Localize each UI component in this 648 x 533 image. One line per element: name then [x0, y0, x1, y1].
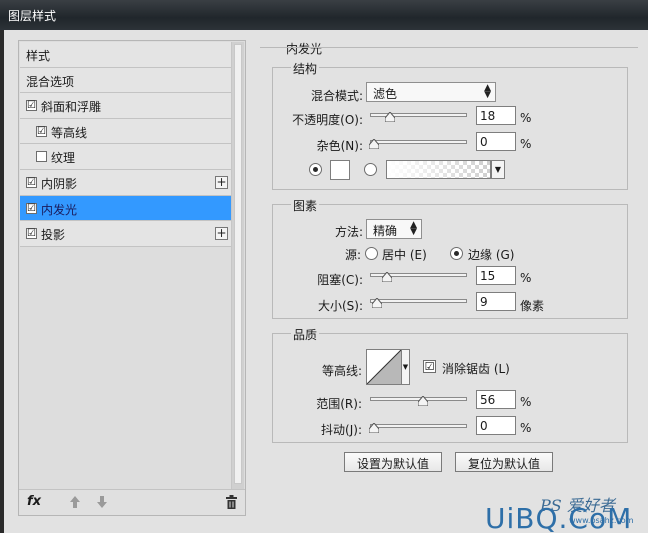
- size-unit: 像素: [520, 299, 545, 313]
- sidebar-item[interactable]: ☑ 内发光: [20, 195, 231, 222]
- sidebar-item-checkbox[interactable]: ☑: [26, 228, 37, 240]
- glow-color-swatch[interactable]: [330, 160, 350, 180]
- contour-preview[interactable]: [366, 349, 402, 385]
- opacity-unit: %: [520, 111, 532, 125]
- choke-slider-thumb[interactable]: [382, 272, 393, 282]
- range-input[interactable]: 56: [476, 390, 516, 409]
- size-slider-thumb[interactable]: [372, 298, 383, 308]
- opacity-label: 不透明度(O):: [292, 113, 363, 127]
- gradient-picker[interactable]: [386, 160, 491, 179]
- sidebar-item-label: 内发光: [41, 202, 78, 217]
- jitter-slider-thumb[interactable]: [369, 423, 379, 433]
- sidebar-item-label: 样式: [26, 49, 51, 63]
- structure-title: 结构: [291, 60, 320, 77]
- antialias-label: 消除锯齿 (L): [442, 362, 510, 376]
- range-unit: %: [520, 395, 532, 409]
- trash-icon[interactable]: [226, 495, 237, 509]
- jitter-slider[interactable]: [370, 424, 467, 428]
- styles-footer: fx: [19, 489, 245, 515]
- sidebar-item-checkbox[interactable]: ☑: [36, 125, 47, 137]
- sidebar-item[interactable]: 样式: [20, 42, 231, 68]
- chevron-down-icon: ▼: [494, 165, 502, 174]
- quality-title: 品质: [291, 326, 320, 343]
- size-label: 大小(S):: [317, 299, 363, 313]
- sidebar-item-label: 斜面和浮雕: [41, 100, 102, 115]
- source-center-radio[interactable]: [365, 247, 378, 260]
- fx-button[interactable]: fx: [27, 494, 41, 509]
- blend-mode-label: 混合模式:: [310, 89, 363, 103]
- sidebar-item-checkbox[interactable]: ☑: [26, 202, 37, 214]
- reset-default-button[interactable]: 复位为默认值: [455, 452, 553, 472]
- sidebar-item-label: 混合选项: [26, 74, 75, 89]
- sidebar-item-checkbox[interactable]: ☑: [26, 176, 37, 188]
- opacity-slider-thumb[interactable]: [384, 112, 395, 122]
- choke-input[interactable]: 15: [476, 266, 516, 285]
- styles-scrollbar[interactable]: [231, 42, 244, 490]
- set-default-button[interactable]: 设置为默认值: [344, 452, 442, 472]
- sidebar-item-checkbox[interactable]: ☑: [26, 100, 37, 112]
- sidebar-item-checkbox[interactable]: [36, 151, 47, 163]
- add-icon[interactable]: +: [215, 175, 228, 189]
- layer-style-dialog: 样式混合选项 ☑ 斜面和浮雕 ☑ 等高线纹理 ☑ 内阴影 + ☑ 内发光 ☑ 投影 + fx 内发光 结…: [4, 30, 648, 533]
- sidebar-item[interactable]: ☑ 内阴影 +: [20, 169, 231, 196]
- noise-unit: %: [520, 137, 532, 151]
- jitter-label: 抖动(J):: [321, 423, 362, 437]
- move-down-icon[interactable]: [96, 495, 108, 509]
- contour-dropdown[interactable]: ▼: [402, 349, 410, 385]
- source-center-label: 居中 (E): [382, 248, 427, 262]
- size-slider[interactable]: [370, 299, 467, 303]
- jitter-unit: %: [520, 421, 532, 435]
- blend-mode-select[interactable]: 滤色 ▲ ▼: [366, 82, 496, 102]
- styles-list: 样式混合选项 ☑ 斜面和浮雕 ☑ 等高线纹理 ☑ 内阴影 + ☑ 内发光 ☑ 投影 +: [20, 42, 231, 247]
- noise-input[interactable]: 0: [476, 132, 516, 151]
- sidebar-item-label: 纹理: [51, 151, 76, 166]
- window-title: 图层样式: [8, 9, 57, 23]
- sidebar-item[interactable]: ☑ 斜面和浮雕: [20, 93, 231, 119]
- jitter-input[interactable]: 0: [476, 416, 516, 435]
- scrollbar-thumb[interactable]: [234, 44, 242, 484]
- add-icon[interactable]: +: [215, 227, 228, 241]
- choke-unit: %: [520, 271, 532, 285]
- gradient-dropdown[interactable]: ▼: [491, 160, 505, 179]
- opacity-input[interactable]: 18: [476, 106, 516, 125]
- range-slider-thumb[interactable]: [417, 396, 428, 406]
- updown-icon: ▲ ▼: [410, 220, 417, 237]
- updown-icon: ▲ ▼: [484, 83, 491, 100]
- noise-slider[interactable]: [370, 140, 467, 144]
- solid-color-radio[interactable]: [309, 163, 322, 176]
- watermark-site: www.psahz.com: [569, 516, 634, 525]
- styles-panel: 样式混合选项 ☑ 斜面和浮雕 ☑ 等高线纹理 ☑ 内阴影 + ☑ 内发光 ☑ 投影 + fx: [18, 40, 246, 516]
- watermark: PS 爱好者 UiBQ.CoM www.psahz.com: [483, 492, 645, 533]
- choke-label: 阻塞(C):: [317, 273, 363, 287]
- blend-mode-value: 滤色: [373, 87, 398, 101]
- sidebar-item-label: 等高线: [51, 125, 88, 140]
- noise-label: 杂色(N):: [316, 139, 363, 153]
- elements-title: 图素: [291, 197, 320, 214]
- sidebar-item-label: 投影: [41, 228, 66, 243]
- contour-label: 等高线:: [321, 364, 362, 378]
- method-select[interactable]: 精确 ▲ ▼: [366, 219, 422, 239]
- range-label: 范围(R):: [316, 397, 362, 411]
- title-bar: 图层样式: [0, 0, 648, 30]
- sidebar-item[interactable]: ☑ 等高线: [20, 118, 231, 145]
- move-up-icon[interactable]: [69, 495, 81, 509]
- method-value: 精确: [373, 224, 398, 238]
- sidebar-item[interactable]: 纹理: [20, 144, 231, 170]
- source-edge-radio[interactable]: [450, 247, 463, 260]
- gradient-radio[interactable]: [364, 163, 377, 176]
- method-label: 方法:: [334, 225, 363, 239]
- chevron-down-icon: ▼: [402, 363, 409, 371]
- noise-slider-thumb[interactable]: [369, 139, 379, 149]
- source-label: 源:: [344, 248, 361, 262]
- size-input[interactable]: 9: [476, 292, 516, 311]
- contour-curve-icon: [366, 349, 402, 385]
- sidebar-item[interactable]: ☑ 投影 +: [20, 221, 231, 247]
- sidebar-item[interactable]: 混合选项: [20, 67, 231, 94]
- source-edge-label: 边缘 (G): [468, 248, 515, 262]
- antialias-checkbox[interactable]: ☑: [423, 360, 436, 373]
- sidebar-item-label: 内阴影: [41, 176, 78, 191]
